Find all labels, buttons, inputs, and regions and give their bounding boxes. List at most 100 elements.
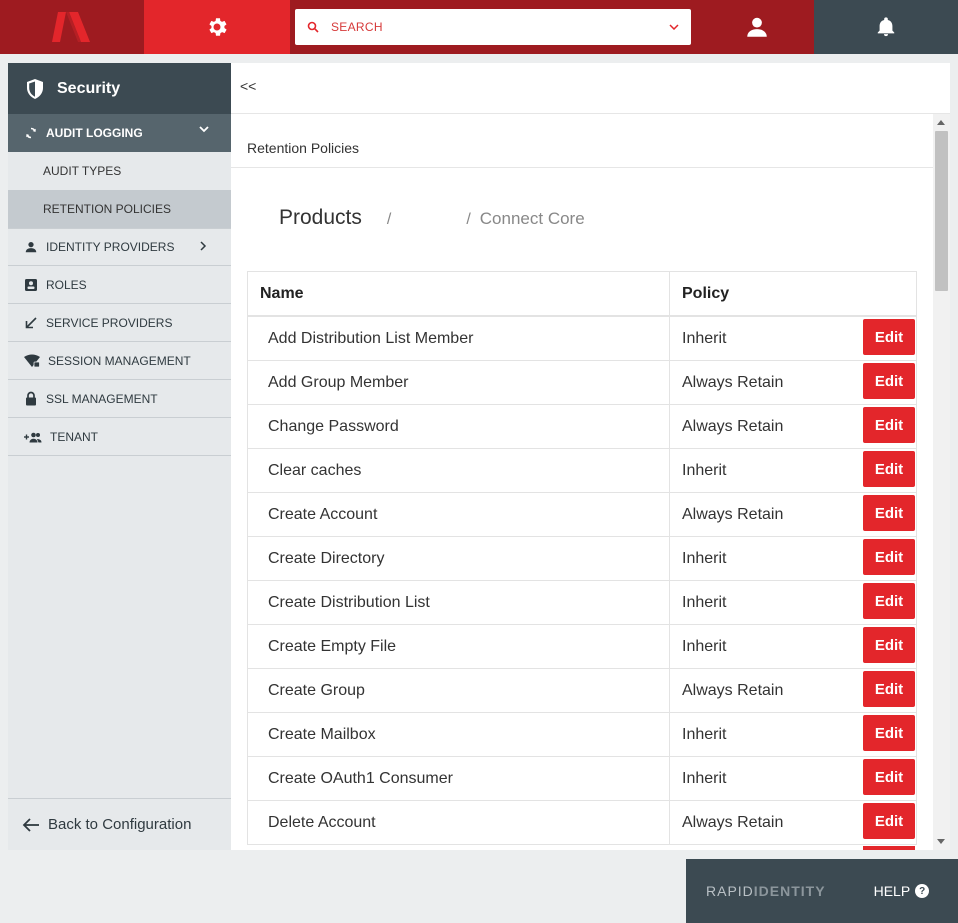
search-input[interactable] (331, 20, 669, 34)
sidebar-item-session-management[interactable]: SESSION MANAGEMENT (8, 342, 231, 380)
cell-policy: Always Retain Edit (670, 361, 916, 404)
cell-name: Create OAuth1 Consumer (248, 757, 670, 800)
page-title: Retention Policies (247, 140, 360, 156)
policy-value: Always Retain (682, 681, 784, 699)
sidebar-subitem-audit-types[interactable]: AUDIT TYPES (8, 152, 231, 190)
edit-button[interactable]: Edit (863, 539, 915, 575)
cell-name: Create Mailbox (248, 713, 670, 756)
edit-button[interactable]: Edit (863, 803, 915, 839)
brand-text-light: RAPID (706, 883, 754, 899)
scroll-up-arrow-icon[interactable] (937, 120, 945, 125)
scroll-down-arrow-icon[interactable] (937, 839, 945, 844)
group-add-icon (24, 432, 42, 442)
breadcrumb-connect-core[interactable]: Connect Core (480, 209, 585, 229)
table-row: Create Account Always Retain Edit (248, 493, 916, 537)
edit-button[interactable]: Edit (863, 407, 915, 443)
cell-policy: Inherit Edit (670, 537, 916, 580)
scrollbar-thumb[interactable] (935, 131, 948, 291)
top-bar (0, 0, 958, 54)
sidebar-item-label: IDENTITY PROVIDERS (46, 240, 175, 254)
shield-icon (27, 78, 43, 99)
edit-button[interactable]: Edit (863, 627, 915, 663)
sidebar-item-roles[interactable]: ROLES (8, 266, 231, 304)
table-body: Add Distribution List Member Inherit Edit A… (248, 317, 916, 845)
edit-button[interactable]: Edit (863, 363, 915, 399)
cell-name: Create Distribution List (248, 581, 670, 624)
sidebar-item-label: SESSION MANAGEMENT (48, 353, 191, 368)
sidebar-item-label: TENANT (50, 429, 98, 444)
cell-policy: Inherit Edit (670, 581, 916, 624)
help-icon: ? (915, 884, 930, 898)
cell-policy: Always Retain Edit (670, 669, 916, 712)
sidebar-item-service-providers[interactable]: SERVICE PROVIDERS (8, 304, 231, 342)
back-link-label: Back to Configuration (48, 816, 192, 833)
notifications-button[interactable] (814, 0, 958, 54)
policy-value: Inherit (682, 769, 727, 787)
sidebar-item-ssl-management[interactable]: SSL MANAGEMENT (8, 380, 231, 418)
bell-icon (877, 17, 895, 37)
cell-policy: Inherit Edit (670, 625, 916, 668)
table-row: Change Password Always Retain Edit (248, 405, 916, 449)
policy-value: Always Retain (682, 373, 784, 391)
cell-name: Create Empty File (248, 625, 670, 668)
badge-icon (25, 278, 37, 291)
edit-button[interactable]: Edit (863, 319, 915, 355)
table-row: Create Distribution List Inherit Edit (248, 581, 916, 625)
edit-button[interactable]: Edit (863, 759, 915, 795)
sync-icon (26, 127, 36, 139)
user-profile-button[interactable] (700, 0, 814, 54)
edit-button[interactable] (863, 846, 915, 850)
cell-name: Create Directory (248, 537, 670, 580)
cell-policy: Always Retain Edit (670, 801, 916, 844)
person-icon (747, 17, 767, 37)
sidebar: Security AUDIT LOGGING AUDIT TYPES RETEN… (8, 63, 231, 850)
edit-button[interactable]: Edit (863, 671, 915, 707)
sidebar-item-identity-providers[interactable]: IDENTITY PROVIDERS (8, 228, 231, 266)
back-to-configuration-link[interactable]: Back to Configuration (8, 798, 231, 850)
cell-policy: Inherit Edit (670, 449, 916, 492)
lock-icon (26, 391, 36, 406)
search-box[interactable] (295, 9, 691, 45)
edit-button[interactable]: Edit (863, 495, 915, 531)
table-row: Clear caches Inherit Edit (248, 449, 916, 493)
settings-button[interactable] (144, 0, 290, 54)
edit-button[interactable]: Edit (863, 715, 915, 751)
cell-policy: Inherit Edit (670, 757, 916, 800)
sidebar-subitem-label: RETENTION POLICIES (43, 202, 172, 216)
sidebar-subitem-label: AUDIT TYPES (43, 164, 122, 178)
table-row: Create OAuth1 Consumer Inherit Edit (248, 757, 916, 801)
cell-name: Create Group (248, 669, 670, 712)
sidebar-header: Security (8, 63, 231, 114)
column-header-policy[interactable]: Policy (670, 272, 916, 315)
sidebar-item-label: ROLES (46, 277, 87, 292)
help-button[interactable]: HELP ? (874, 883, 930, 899)
table-row: Add Group Member Always Retain Edit (248, 361, 916, 405)
sidebar-item-audit-logging[interactable]: AUDIT LOGGING (8, 114, 231, 152)
collapse-sidebar-button[interactable]: << (240, 78, 256, 94)
gear-icon (209, 18, 227, 36)
breadcrumb-products[interactable]: Products (279, 206, 362, 230)
sidebar-subitem-retention-policies[interactable]: RETENTION POLICIES (8, 190, 231, 228)
cell-name: Change Password (248, 405, 670, 448)
edit-button[interactable]: Edit (863, 583, 915, 619)
table-row: Create Mailbox Inherit Edit (248, 713, 916, 757)
policy-value: Inherit (682, 725, 727, 743)
edit-button[interactable]: Edit (863, 451, 915, 487)
divider (231, 167, 933, 168)
cell-name: Add Distribution List Member (248, 317, 670, 360)
search-icon (307, 21, 319, 33)
cell-name: Clear caches (248, 449, 670, 492)
column-header-name[interactable]: Name (248, 272, 670, 315)
chevron-down-icon[interactable] (669, 24, 679, 30)
sidebar-item-label: SERVICE PROVIDERS (46, 315, 173, 330)
breadcrumb-separator: / (386, 211, 392, 228)
person-icon (25, 242, 37, 253)
scrollbar[interactable] (933, 114, 950, 850)
policy-value: Always Retain (682, 813, 784, 831)
sidebar-item-tenant[interactable]: TENANT (8, 418, 231, 456)
breadcrumb: Products / / Connect Core (279, 206, 585, 230)
cell-policy: Inherit Edit (670, 713, 916, 756)
wifi-lock-icon (24, 354, 40, 367)
table-row: Create Group Always Retain Edit (248, 669, 916, 713)
app-logo[interactable] (0, 0, 144, 54)
